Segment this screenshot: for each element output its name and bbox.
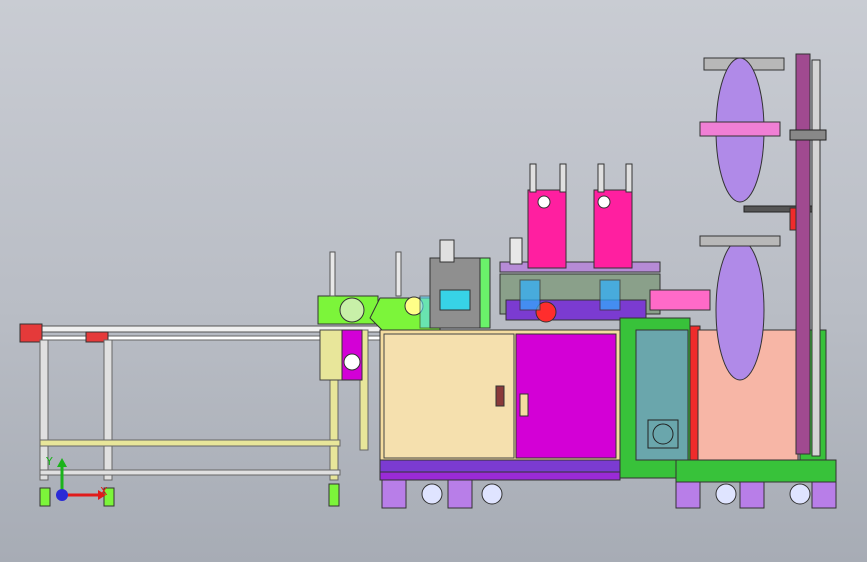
mechanism-area [429, 237, 711, 329]
y-axis-label: Y [46, 455, 53, 468]
welding-heads [527, 163, 633, 269]
x-axis-label: X [100, 485, 108, 498]
z-axis-dot [56, 489, 68, 501]
orientation-triad: X Y [40, 455, 110, 515]
casters [381, 479, 837, 509]
cad-viewport[interactable]: X Y [0, 0, 867, 562]
y-axis-arrowhead [57, 458, 67, 467]
main-cabinet [379, 329, 621, 481]
mask-machine-assembly-model[interactable] [0, 0, 867, 562]
